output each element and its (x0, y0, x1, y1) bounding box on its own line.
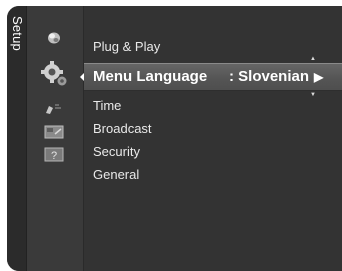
menu-item-menu-language[interactable]: Menu Language : Slovenian ▶ (84, 63, 342, 91)
sidebar-strip: Setup (7, 6, 27, 271)
menu-language-value: : Slovenian (229, 68, 310, 85)
scroll-up-icon: ▲ (310, 56, 316, 62)
menu-item-security[interactable]: Security (93, 141, 140, 163)
menu-language-label: Menu Language (93, 68, 208, 85)
menu-item-broadcast[interactable]: Broadcast (93, 118, 152, 140)
sidebar-title: Setup (10, 16, 25, 51)
application-icon[interactable] (40, 124, 68, 140)
osd-menu: Setup ? Plug & Play Time Broadcast Secur… (7, 6, 342, 271)
menu-item-time[interactable]: Time (93, 95, 121, 117)
picture-icon[interactable] (41, 29, 67, 47)
menu-list: Plug & Play Time Broadcast Security Gene… (84, 6, 342, 271)
setup-icon[interactable] (37, 58, 71, 90)
support-icon[interactable]: ? (40, 145, 68, 163)
input-icon[interactable] (41, 101, 67, 117)
menu-item-general[interactable]: General (93, 164, 139, 186)
menu-item-plug-and-play[interactable]: Plug & Play (93, 36, 160, 58)
submenu-arrow-icon: ▶ (314, 70, 324, 84)
scroll-down-icon: ▼ (310, 92, 316, 98)
svg-text:?: ? (51, 150, 57, 162)
icon-column: ? (27, 6, 84, 271)
